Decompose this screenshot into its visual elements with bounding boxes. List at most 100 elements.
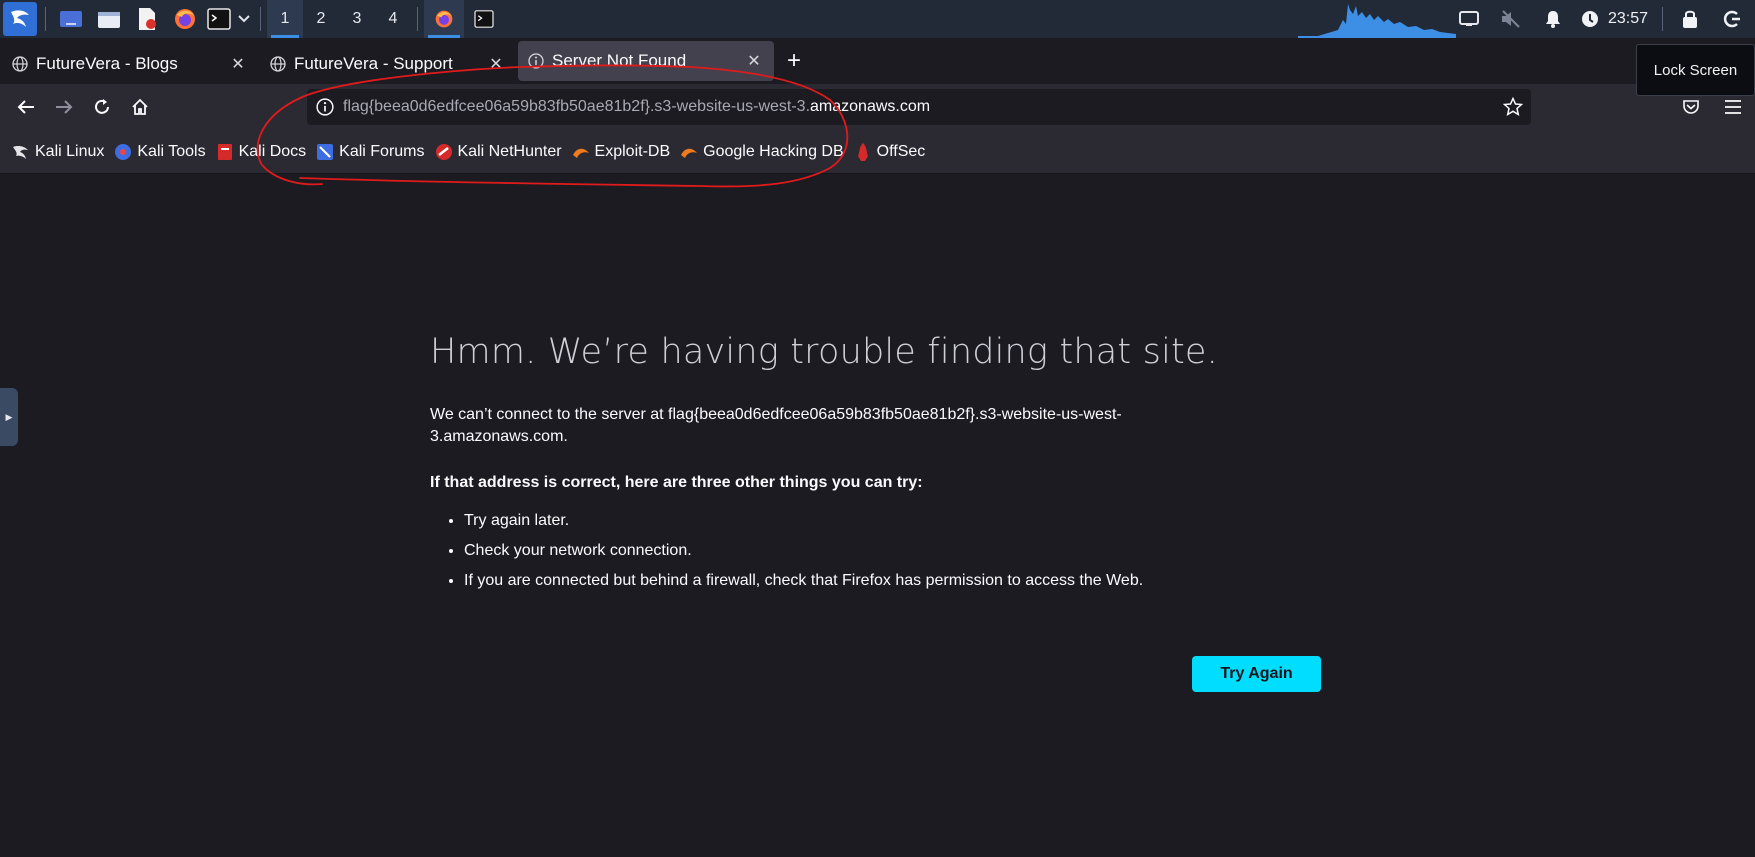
sidebar-handle[interactable]: ▶	[0, 388, 18, 446]
clock[interactable]: 23:57	[1608, 10, 1648, 28]
top-panel: 1 2 3 4 23:57	[0, 0, 1755, 38]
kali-tools-icon	[114, 143, 132, 161]
page-content: ▶ Hmm. We’re having trouble finding that…	[0, 175, 1755, 857]
close-icon[interactable]: ✕	[228, 54, 248, 74]
file-manager-icon[interactable]	[92, 2, 126, 36]
offsec-icon	[854, 142, 872, 161]
bookmark-offsec[interactable]: OffSec	[854, 142, 926, 161]
home-icon	[132, 98, 148, 115]
bookmark-exploit-db[interactable]: Exploit-DB	[572, 142, 671, 161]
error-title: Hmm. We’re having trouble finding that s…	[430, 332, 1218, 372]
lock-screen-tooltip: Lock Screen	[1636, 44, 1755, 96]
taskbar-terminal[interactable]	[464, 0, 504, 38]
url-domain: amazonaws.com	[810, 98, 931, 115]
bookmarks-toolbar: Kali Linux Kali Tools Kali Docs Kali For…	[0, 130, 1755, 174]
back-button[interactable]	[8, 89, 44, 125]
info-icon	[528, 53, 544, 69]
kali-menu-icon[interactable]	[3, 2, 37, 36]
workspace-label: 3	[352, 10, 362, 27]
tab-title: FutureVera - Support	[294, 54, 453, 73]
url-text[interactable]: flag{beea0d6edfcee06a59b83fb50ae81b2f}.s…	[343, 98, 930, 116]
workspace-label: 1	[280, 10, 290, 27]
text-editor-icon[interactable]	[130, 2, 164, 36]
workspace-2[interactable]: 2	[303, 0, 339, 38]
close-icon[interactable]: ✕	[744, 51, 764, 71]
tab-title: FutureVera - Blogs	[36, 54, 178, 73]
show-desktop-icon[interactable]	[54, 2, 88, 36]
bookmark-google-hacking-db[interactable]: Google Hacking DB	[680, 143, 844, 161]
bookmark-label: Kali Tools	[137, 142, 206, 160]
workspace-label: 2	[316, 10, 326, 27]
network-icon[interactable]	[1452, 0, 1486, 38]
logout-icon[interactable]	[1715, 0, 1749, 38]
bookmark-label: OffSec	[876, 142, 926, 160]
expand-arrow-icon: ▶	[5, 411, 13, 422]
workspace-4[interactable]: 4	[375, 0, 411, 38]
site-info-icon[interactable]	[307, 98, 343, 116]
chevron-down-icon[interactable]	[236, 2, 252, 36]
power-manager-icon[interactable]	[1578, 0, 1602, 38]
mute-icon[interactable]	[1494, 0, 1528, 38]
bookmark-label: Kali Docs	[238, 142, 307, 160]
reload-button[interactable]	[84, 89, 120, 125]
forward-arrow-icon	[56, 100, 73, 114]
bookmark-kali-docs[interactable]: Kali Docs	[216, 142, 307, 161]
pocket-icon	[1683, 100, 1699, 114]
list-item: Try again later.	[464, 510, 1330, 531]
panel-separator	[1662, 7, 1663, 31]
error-suggestions-heading: If that address is correct, here are thr…	[430, 474, 923, 491]
globe-icon	[270, 56, 286, 72]
home-button[interactable]	[122, 89, 158, 125]
notification-icon[interactable]	[1536, 0, 1570, 38]
bookmark-label: Kali Linux	[35, 142, 105, 160]
bookmark-star-icon[interactable]	[1502, 96, 1524, 122]
bookmark-label: Exploit-DB	[594, 142, 671, 160]
reload-icon	[95, 99, 109, 114]
taskbar-firefox[interactable]	[424, 0, 464, 38]
tab-server-not-found[interactable]: Server Not Found ✕	[518, 41, 774, 81]
bookmark-kali-forums[interactable]: Kali Forums	[316, 142, 425, 161]
bookmark-label: Kali Forums	[339, 142, 425, 160]
cpu-graph	[1298, 4, 1456, 38]
panel-separator	[45, 7, 46, 31]
navigation-toolbar: flag{beea0d6edfcee06a59b83fb50ae81b2f}.s…	[0, 84, 1755, 130]
kali-nethunter-icon	[435, 143, 453, 161]
terminal-icon	[474, 10, 494, 28]
workspace-1[interactable]: 1	[267, 0, 303, 38]
kali-forums-icon	[316, 143, 334, 161]
url-prefix: flag{beea0d6edfcee06a59b83fb50ae81b2f}.s…	[343, 98, 811, 115]
lock-icon[interactable]	[1673, 0, 1707, 38]
globe-icon	[12, 56, 28, 72]
tab-futurevera-blogs[interactable]: FutureVera - Blogs ✕	[2, 44, 258, 84]
list-item: Check your network connection.	[464, 540, 1330, 561]
new-tab-button[interactable]: +	[776, 41, 812, 81]
back-arrow-icon	[17, 100, 34, 114]
workspace-label: 4	[388, 10, 398, 27]
close-icon[interactable]: ✕	[486, 54, 506, 74]
terminal-icon[interactable]	[206, 2, 232, 36]
firefox-icon	[435, 10, 453, 28]
bookmark-kali-linux[interactable]: Kali Linux	[12, 143, 104, 161]
bookmark-kali-tools[interactable]: Kali Tools	[114, 142, 206, 161]
tab-title: Server Not Found	[552, 51, 687, 70]
try-again-button[interactable]: Try Again	[1192, 656, 1321, 692]
bookmark-label: Google Hacking DB	[703, 142, 844, 160]
google-hacking-db-icon	[680, 143, 698, 161]
error-description: We can’t connect to the server at flag{b…	[430, 406, 1122, 445]
tab-strip: FutureVera - Blogs ✕ FutureVera - Suppor…	[0, 38, 1755, 84]
bookmark-label: Kali NetHunter	[457, 142, 562, 160]
kali-linux-icon	[12, 143, 30, 161]
tab-futurevera-support[interactable]: FutureVera - Support ✕	[260, 44, 516, 84]
bookmark-kali-nethunter[interactable]: Kali NetHunter	[435, 143, 562, 161]
url-bar[interactable]: flag{beea0d6edfcee06a59b83fb50ae81b2f}.s…	[307, 89, 1531, 125]
panel-separator	[417, 7, 418, 31]
kali-docs-icon	[216, 143, 234, 161]
error-container: Hmm. We’re having trouble finding that s…	[430, 332, 1330, 600]
workspace-3[interactable]: 3	[339, 0, 375, 38]
panel-separator	[260, 7, 261, 31]
list-item: If you are connected but behind a firewa…	[464, 570, 1330, 591]
plus-icon: +	[786, 47, 801, 74]
hamburger-icon	[1725, 100, 1741, 114]
firefox-icon[interactable]	[168, 2, 202, 36]
forward-button[interactable]	[46, 89, 82, 125]
